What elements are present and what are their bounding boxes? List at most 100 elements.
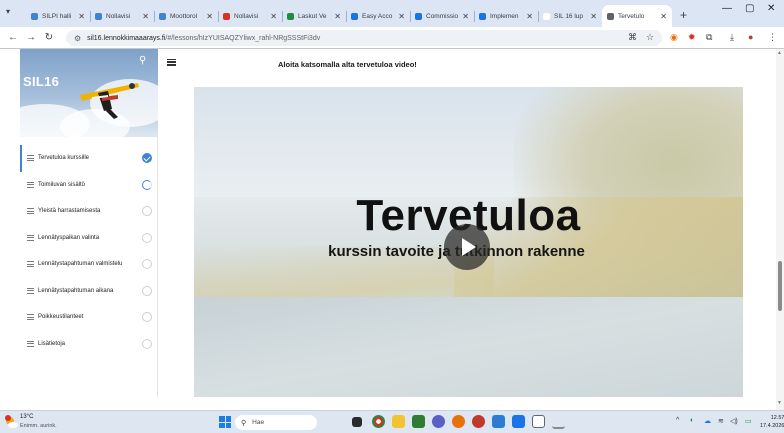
page-scrollbar[interactable]: ▲ ▼ [776, 49, 784, 410]
weather-icon[interactable] [4, 415, 18, 429]
browser-tab[interactable]: SILPI halli ✕ [26, 5, 90, 27]
browser-menu-icon[interactable]: ⋮ [768, 32, 777, 43]
tab-close-icon[interactable]: ✕ [660, 12, 667, 21]
tab-title: SIL 16 lup [554, 12, 584, 20]
scroll-down-icon[interactable]: ▼ [777, 400, 782, 406]
file-explorer-icon[interactable] [392, 415, 405, 428]
browser-tab[interactable]: Commissio ✕ [410, 5, 474, 27]
lesson-list: Tervetuloa kurssille Toimiluvan sisältö Yl… [20, 145, 158, 357]
back-icon[interactable]: ← [4, 32, 22, 43]
tab-favicon-icon [607, 12, 614, 20]
maximize-icon[interactable]: ▢ [745, 3, 754, 21]
tab-close-icon[interactable]: ✕ [334, 12, 341, 21]
tab-close-icon[interactable]: ✕ [270, 12, 277, 21]
tab-close-icon[interactable]: ✕ [462, 12, 469, 21]
tab-title: Nollavisi [106, 12, 131, 20]
hamburger-menu-icon[interactable] [167, 57, 176, 67]
snipping-tool-icon[interactable] [532, 415, 545, 428]
lesson-label: Toimiluvan sisältö [38, 181, 86, 188]
new-tab-button[interactable]: + [672, 5, 695, 27]
tab-search-icon[interactable]: ▾ [6, 7, 18, 19]
close-window-icon[interactable]: ✕ [767, 3, 775, 21]
tab-close-icon[interactable]: ✕ [526, 12, 533, 21]
browser-tab[interactable]: Implemen ✕ [474, 5, 538, 27]
forward-icon[interactable]: → [22, 32, 40, 43]
lesson-list-icon [27, 234, 34, 242]
outlook-icon[interactable] [512, 415, 525, 428]
taskbar-search[interactable]: ⚲ Hae [235, 415, 317, 430]
tab-list: SILPI halli ✕ Nollavisi ✕ Moottorol ✕ Nollavis… [26, 0, 672, 27]
profile-avatar-icon[interactable]: ● [748, 32, 753, 42]
start-button-icon[interactable] [219, 416, 231, 428]
weather-condition: Enimm. aurink. [20, 423, 57, 429]
browser-tab[interactable]: Moottorol ✕ [154, 5, 218, 27]
tab-title: Implemen [490, 12, 519, 20]
minimize-icon[interactable]: — [722, 3, 732, 21]
reload-icon[interactable]: ↻ [40, 32, 58, 43]
site-info-icon[interactable]: ⚙ [74, 34, 81, 43]
weather-temperature: 13°C [20, 414, 34, 420]
volume-icon[interactable]: ◁) [730, 417, 738, 425]
tab-favicon-icon [479, 12, 486, 20]
address-bar[interactable]: ⚙ sil16.lennokkimaaarays.fi /#/lessons/h… [66, 30, 662, 46]
tab-favicon-icon [415, 12, 422, 20]
search-icon: ⚲ [241, 419, 247, 427]
browser-tab[interactable]: Tervetulo ✕ [602, 5, 672, 27]
tab-close-icon[interactable]: ✕ [78, 12, 85, 21]
lesson-label: Lennätystapahtuman valmistelu [38, 261, 123, 268]
download-icon[interactable]: ⤓ [730, 32, 734, 43]
lesson-item[interactable]: Lennätystapahtuman valmistelu [20, 251, 158, 278]
tab-close-icon[interactable]: ✕ [398, 12, 405, 21]
tab-favicon-icon [223, 12, 230, 20]
wifi-icon[interactable]: ≋ [718, 417, 724, 425]
app-icon-blue[interactable] [492, 415, 505, 428]
tab-favicon-icon [95, 12, 102, 20]
scroll-up-icon[interactable]: ▲ [777, 50, 782, 56]
lesson-list-icon [27, 340, 34, 348]
page-content: SIL16 ⚲ Tervetuloa kurssille Toimiluvan s… [0, 49, 784, 410]
tray-chevron-icon[interactable]: ^ [676, 417, 679, 424]
browser-tab[interactable]: SIL 16 lup ✕ [538, 5, 602, 27]
browser-tab[interactable]: Nollavisi ✕ [90, 5, 154, 27]
excel-icon[interactable] [412, 415, 425, 428]
extension-icon[interactable]: ◉ [670, 32, 678, 43]
extensions-puzzle-icon[interactable]: ⧉ [706, 32, 712, 43]
browser-tab[interactable]: Laskut Ve ✕ [282, 5, 346, 27]
airplane-logo [80, 83, 139, 119]
chrome-icon[interactable] [372, 415, 385, 428]
tab-close-icon[interactable]: ✕ [206, 12, 213, 21]
onedrive-icon[interactable]: ☁ [704, 417, 711, 425]
course-title: SIL16 [23, 74, 60, 89]
lesson-item[interactable]: Lennätyspaikan valinta [20, 225, 158, 252]
battery-icon[interactable]: ▭ [745, 417, 752, 425]
scrollbar-thumb[interactable] [778, 261, 782, 311]
lesson-item[interactable]: Tervetuloa kurssille [20, 145, 158, 172]
browser-tab[interactable]: Easy Acco ✕ [346, 5, 410, 27]
lesson-label: Lennätyspaikan valinta [38, 234, 100, 241]
app-icon-firefox[interactable] [452, 415, 465, 428]
taskbar-clock[interactable]: 12.57 17.4.2026 [760, 414, 784, 430]
tray-app-icon[interactable]: ◐ [690, 417, 694, 424]
bookmark-star-icon[interactable]: ☆ [646, 32, 654, 43]
browser-tab[interactable]: Nollavisi ✕ [218, 5, 282, 27]
lesson-item[interactable]: Lisätietoja [20, 331, 158, 358]
lesson-item[interactable]: Yleistä harrastamisesta [20, 198, 158, 225]
app-icon-more[interactable] [552, 421, 565, 429]
browser-toolbar: ← → ↻ ⚙ sil16.lennokkimaaarays.fi /#/les… [0, 27, 784, 49]
browser-tab-strip: ▾ SILPI halli ✕ Nollavisi ✕ Moottorol ✕ Nollav… [0, 0, 784, 27]
extension-icon-2[interactable]: ✹ [688, 32, 696, 43]
lesson-list-icon [27, 260, 34, 268]
lesson-item[interactable]: Lennätystapahtuman aikana [20, 278, 158, 305]
lesson-item[interactable]: Poikkeustilanteet [20, 304, 158, 331]
video-player[interactable]: Tervetuloa kurssin tavoite ja tutkinnon … [194, 87, 743, 397]
tab-close-icon[interactable]: ✕ [142, 12, 149, 21]
task-view-icon[interactable] [352, 417, 362, 427]
teams-icon[interactable] [432, 415, 445, 428]
lesson-label: Tervetuloa kurssille [38, 155, 90, 162]
app-icon-red[interactable] [472, 415, 485, 428]
search-icon[interactable]: ⚲ [139, 55, 146, 66]
translate-icon[interactable]: ⌘ [628, 32, 637, 43]
lesson-item[interactable]: Toimiluvan sisältö [20, 172, 158, 199]
play-button-icon[interactable] [444, 224, 490, 270]
tab-close-icon[interactable]: ✕ [590, 12, 597, 21]
